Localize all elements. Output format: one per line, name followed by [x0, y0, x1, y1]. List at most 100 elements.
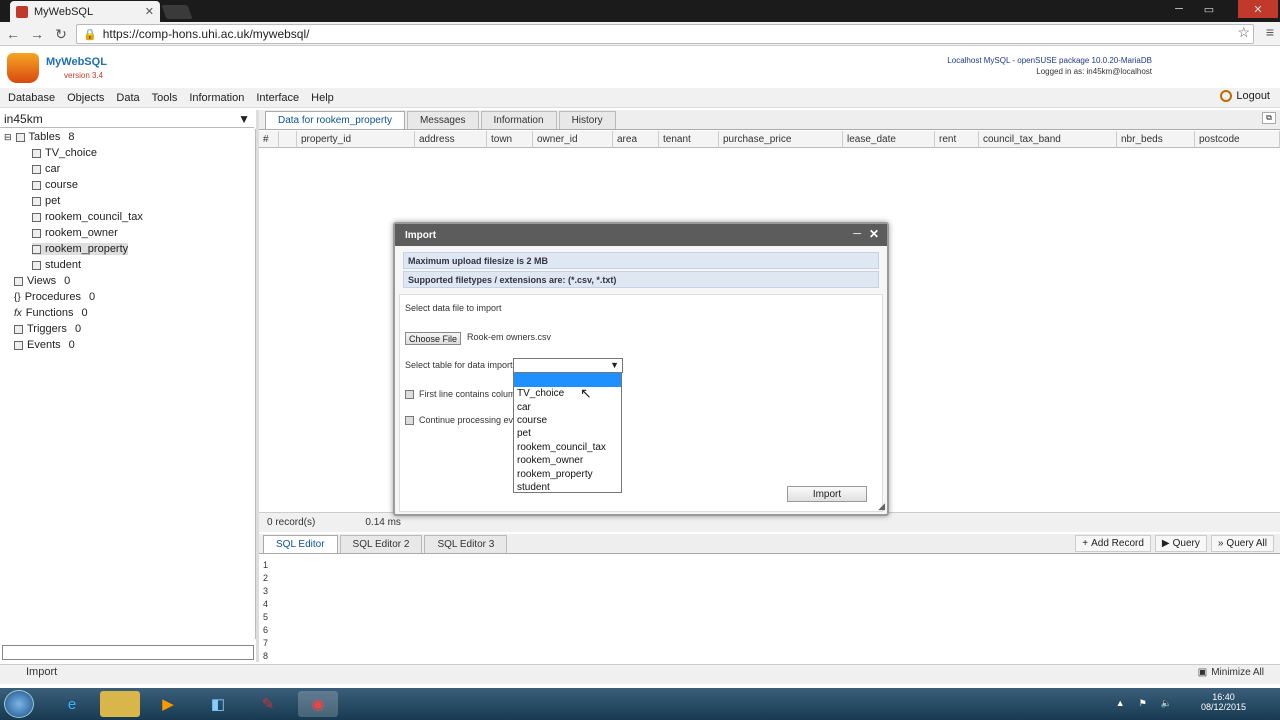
browser-menu-icon[interactable]: ≡ [1266, 24, 1274, 40]
back-icon[interactable]: ← [4, 25, 22, 43]
bookmark-star-icon[interactable]: ☆ [1237, 24, 1250, 41]
tree-node-functions[interactable]: fx Functions 0 [14, 307, 88, 319]
system-clock[interactable]: 16:40 08/12/2015 [1201, 692, 1246, 712]
query-button[interactable]: ▶ Query [1154, 535, 1207, 552]
internet-explorer-icon[interactable]: e [52, 691, 92, 717]
column-purchase-price[interactable]: purchase_price [719, 131, 843, 148]
menu-interface[interactable]: Interface [256, 92, 299, 104]
media-player-icon[interactable]: ▶ [148, 691, 188, 717]
tree-table-student[interactable]: student [32, 259, 81, 271]
tree-node-procedures[interactable]: {} Procedures 0 [14, 291, 95, 303]
dropdown-option[interactable]: TV_choice [514, 387, 621, 400]
dropdown-option[interactable]: car [514, 400, 621, 413]
column-rent[interactable]: rent [935, 131, 979, 148]
column-area[interactable]: area [613, 131, 659, 148]
dropdown-option[interactable]: rookem_property [514, 467, 621, 480]
import-button[interactable]: Import [787, 486, 867, 502]
tree-table-rookem-council-tax[interactable]: rookem_council_tax [32, 211, 143, 223]
column-council-tax-band[interactable]: council_tax_band [979, 131, 1117, 148]
menu-tools[interactable]: Tools [152, 92, 178, 104]
column-lease-date[interactable]: lease_date [843, 131, 935, 148]
file-explorer-icon[interactable] [100, 691, 140, 717]
tab-messages[interactable]: Messages [406, 111, 479, 129]
popout-icon[interactable]: ⧉ [1262, 112, 1276, 124]
tree-table-rookem-owner[interactable]: rookem_owner [32, 227, 118, 239]
choose-file-button[interactable]: Choose File [405, 332, 461, 345]
resize-grip-icon[interactable]: ◢ [878, 501, 885, 512]
tab-sql-editor-3[interactable]: SQL Editor 3 [424, 535, 508, 553]
lock-icon: 🔒 [83, 28, 97, 41]
collapse-icon[interactable]: ⊟ [4, 132, 12, 143]
dialog-close-icon[interactable]: ✕ [869, 227, 879, 241]
fast-forward-icon: » [1217, 538, 1224, 549]
volume-icon[interactable]: 🔈 [1161, 698, 1172, 709]
sql-editor[interactable]: 1 2 3 4 5 6 7 8 [259, 554, 1280, 662]
dialog-minimize-icon[interactable]: ─ [853, 228, 861, 240]
column-property-id[interactable]: property_id [297, 131, 415, 148]
menu-database[interactable]: Database [8, 92, 55, 104]
add-record-button[interactable]: + Add Record [1075, 535, 1151, 552]
group-count: 0 [74, 323, 82, 335]
dropdown-option[interactable]: pet [514, 427, 621, 440]
continue-checkbox[interactable] [405, 416, 414, 425]
tool-icon[interactable]: ✎ [248, 691, 288, 717]
dialog-title[interactable]: Import [395, 224, 887, 246]
object-filter-input[interactable] [2, 645, 254, 660]
button-label: Query [1172, 538, 1200, 549]
tab-sql-editor[interactable]: SQL Editor [263, 535, 338, 553]
reload-icon[interactable]: ↻ [52, 25, 70, 43]
column-tenant[interactable]: tenant [659, 131, 719, 148]
tree-table-course[interactable]: course [32, 179, 78, 191]
menu-help[interactable]: Help [311, 92, 334, 104]
line-number: 4 [263, 599, 269, 609]
column-nbr-beds[interactable]: nbr_beds [1117, 131, 1195, 148]
column-town[interactable]: town [487, 131, 533, 148]
column-rownum[interactable]: # [259, 131, 279, 148]
column-select[interactable] [279, 131, 297, 148]
dropdown-option[interactable]: course [514, 414, 621, 427]
close-window-button[interactable]: ✕ [1238, 0, 1278, 18]
tree-table-tv-choice[interactable]: TV_choice [32, 147, 97, 159]
maximize-window-button[interactable]: ▭ [1196, 0, 1222, 18]
logout-label: Logout [1236, 90, 1270, 102]
dropdown-option[interactable]: student [514, 481, 621, 494]
tray-expand-icon[interactable]: ▲ [1116, 698, 1125, 709]
tab-sql-editor-2[interactable]: SQL Editor 2 [339, 535, 423, 553]
forward-icon[interactable]: → [28, 25, 46, 43]
dropdown-option[interactable]: rookem_council_tax [514, 441, 621, 454]
minimize-window-button[interactable]: ─ [1166, 0, 1192, 18]
dropdown-option[interactable]: rookem_owner [514, 454, 621, 467]
close-tab-icon[interactable]: ✕ [145, 5, 154, 18]
new-tab-button[interactable] [161, 5, 193, 19]
tree-node-views[interactable]: Views 0 [14, 275, 70, 287]
database-selector[interactable]: in45km ▼ [0, 110, 254, 128]
chrome-icon[interactable]: ◉ [298, 691, 338, 717]
table-select[interactable]: ▼ [513, 358, 623, 373]
tree-table-car[interactable]: car [32, 163, 60, 175]
first-line-checkbox[interactable] [405, 390, 414, 399]
tree-node-tables[interactable]: ⊟ Tables 8 [4, 131, 74, 143]
menu-data[interactable]: Data [116, 92, 139, 104]
column-address[interactable]: address [415, 131, 487, 148]
query-all-button[interactable]: » Query All [1210, 535, 1274, 552]
tree-node-events[interactable]: Events 0 [14, 339, 75, 351]
browser-tab[interactable]: MyWebSQL ✕ [10, 1, 160, 22]
tree-node-triggers[interactable]: Triggers 0 [14, 323, 81, 335]
tree-table-rookem-property[interactable]: rookem_property [32, 243, 129, 255]
column-postcode[interactable]: postcode [1195, 131, 1280, 148]
dropdown-option-empty[interactable] [514, 373, 621, 387]
network-icon[interactable]: ⚑ [1139, 698, 1147, 709]
start-button-icon[interactable] [4, 690, 34, 718]
menu-information[interactable]: Information [189, 92, 244, 104]
import-minimized-button[interactable]: Import [26, 666, 57, 678]
menu-objects[interactable]: Objects [67, 92, 104, 104]
minimize-all-button[interactable]: ▣ Minimize All [1198, 667, 1264, 678]
tab-information[interactable]: Information [480, 111, 557, 129]
url-bar[interactable]: 🔒 https://comp-hons.uhi.ac.uk/mywebsql/ [76, 24, 1254, 44]
app-icon[interactable]: ◧ [198, 691, 238, 717]
logout-button[interactable]: Logout [1220, 90, 1270, 102]
column-owner-id[interactable]: owner_id [533, 131, 613, 148]
tree-table-pet[interactable]: pet [32, 195, 60, 207]
tab-history[interactable]: History [558, 111, 616, 129]
tab-data[interactable]: Data for rookem_property [265, 111, 405, 129]
